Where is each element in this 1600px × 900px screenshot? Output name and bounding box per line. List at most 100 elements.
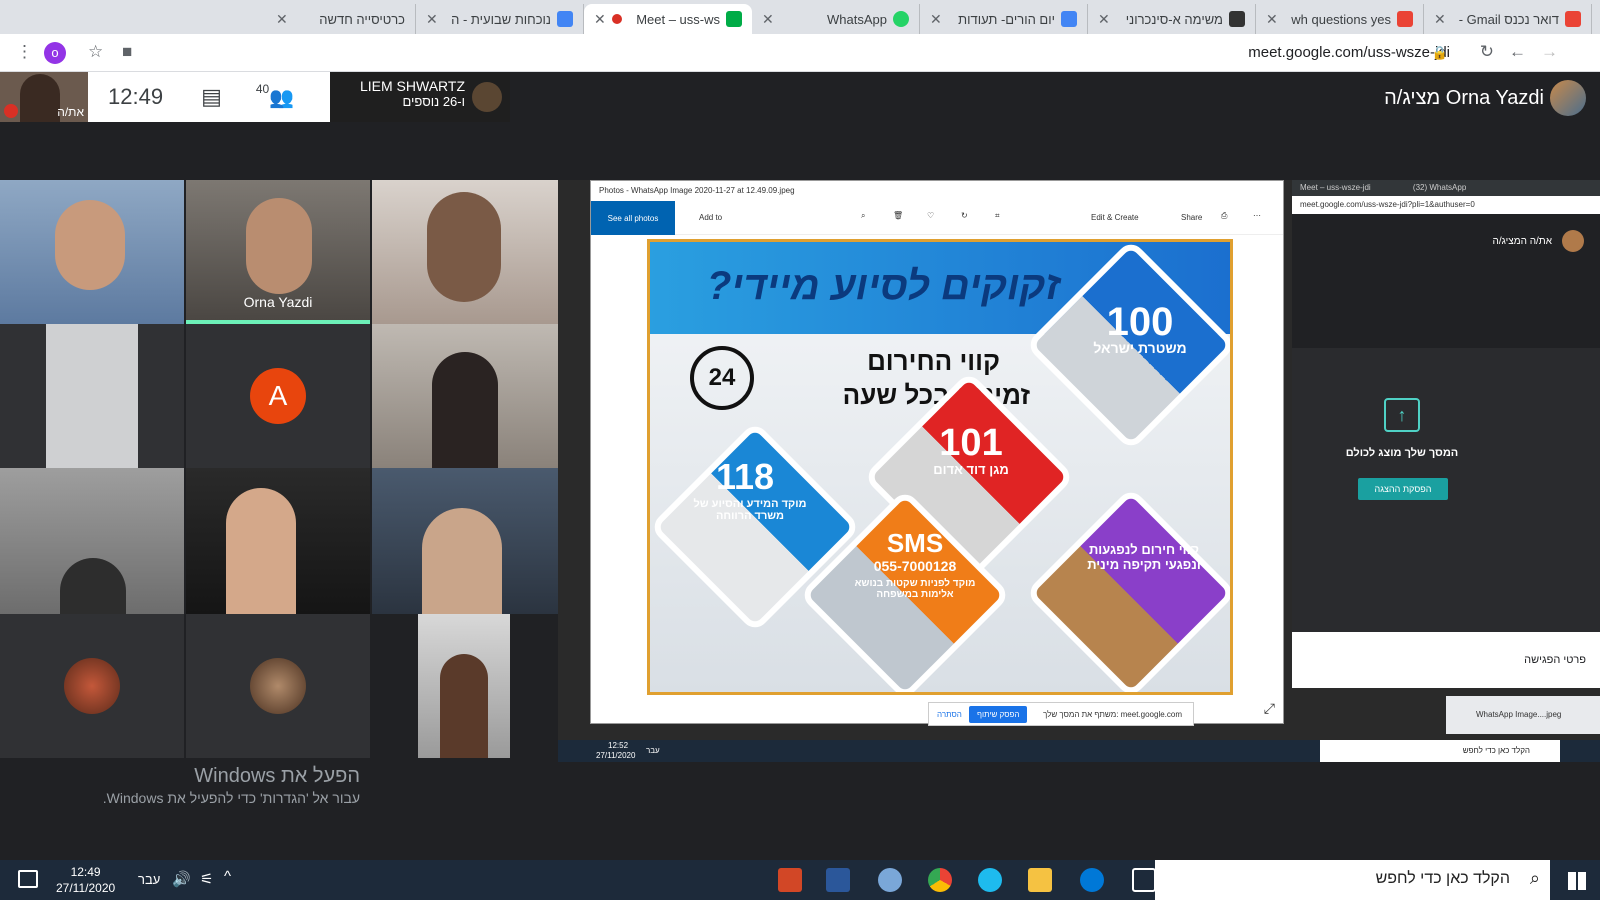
tab-gmail-inbox[interactable]: דואר נכנס Gmail - ✕ — [1424, 4, 1592, 34]
mda-number: 101 — [939, 422, 1003, 464]
file-explorer-icon[interactable] — [1028, 868, 1052, 892]
present-upload-icon: ↑ — [1384, 398, 1420, 432]
tab-meet[interactable]: Meet – uss-ws ✕ — [584, 4, 752, 34]
close-tab-icon[interactable]: ✕ — [594, 11, 606, 28]
participant-tile[interactable] — [372, 468, 558, 614]
tab-title: משימה א-סינכרוני — [1125, 11, 1223, 27]
participant-tile[interactable] — [372, 180, 558, 324]
shared-browser-panel: Meet – uss-wsze-jdi (32) WhatsApp meet.g… — [1292, 180, 1600, 632]
forward-icon[interactable]: → — [1541, 42, 1558, 62]
url-field[interactable]: meet.google.com/uss-wsze-jdi — [1248, 44, 1450, 61]
mini-tab: Meet – uss-wsze-jdi — [1300, 183, 1371, 192]
meeting-details-bar[interactable]: פרטי הפגישה — [1292, 632, 1600, 688]
rotate-icon[interactable]: ↻ — [961, 211, 968, 220]
presenter-label: Orna Yazdi מציג/ה — [1384, 87, 1544, 109]
close-tab-icon[interactable]: ✕ — [1434, 11, 1446, 28]
language-indicator[interactable]: עבר — [138, 872, 160, 887]
participant-tile[interactable] — [186, 614, 370, 758]
tab-title: Meet – uss-ws — [636, 11, 720, 27]
tab-title: wh questions yes — [1291, 11, 1391, 27]
edit-create-button[interactable]: Edit & Create — [1091, 213, 1139, 222]
stop-sharing-button[interactable]: הפסק שיתוף — [969, 706, 1028, 723]
participant-tile[interactable] — [0, 468, 184, 614]
tab-title: כרטיסייה חדשה — [319, 11, 405, 27]
volume-icon[interactable]: 🔊 — [172, 870, 191, 888]
zoom-icon[interactable]: ⌕ — [861, 211, 865, 221]
participant-tile-orna[interactable]: Orna Yazdi — [186, 180, 370, 324]
inner-lang: עבר — [646, 746, 660, 755]
sharing-notice-bar: הסתרה הפסק שיתוף משתף את המסך שלך: meet.… — [928, 702, 1194, 726]
emergency-poster-image: זקוקים לסיוע מיידי? קווי החירום זמינים ב… — [647, 239, 1233, 695]
word-icon[interactable] — [826, 868, 850, 892]
hide-link[interactable]: הסתרה — [937, 710, 962, 719]
tab-whatsapp[interactable]: WhatsApp ✕ — [752, 4, 920, 34]
task-view-icon[interactable] — [1132, 868, 1156, 892]
chrome-icon[interactable] — [928, 868, 952, 892]
participant-tile-initial[interactable]: A — [186, 324, 370, 468]
network-icon[interactable]: ⚟ — [200, 870, 213, 888]
tray-expand-icon[interactable]: ^ — [224, 868, 231, 885]
close-tab-icon[interactable]: ✕ — [762, 11, 774, 28]
tab-parents-day[interactable]: יום הורים- תעודות ✕ — [920, 4, 1088, 34]
add-to-button[interactable]: Add to — [699, 213, 722, 222]
participant-tile[interactable] — [186, 468, 370, 614]
tab-async-task[interactable]: משימה א-סינכרוני ✕ — [1088, 4, 1256, 34]
powerpoint-icon[interactable] — [778, 868, 802, 892]
taskbar-clock[interactable]: 12:49 27/11/2020 — [56, 864, 115, 896]
notification-icon[interactable] — [18, 870, 38, 888]
lock-icon[interactable]: 🔒 — [1432, 45, 1448, 61]
close-tab-icon[interactable]: ✕ — [426, 11, 438, 28]
more-icon[interactable]: ⋯ — [1253, 211, 1261, 220]
app-icon[interactable] — [878, 868, 902, 892]
edge-icon[interactable] — [1080, 868, 1104, 892]
favorite-icon[interactable]: ♡ — [927, 211, 934, 220]
participant-tile[interactable] — [0, 180, 184, 324]
meet-stage: את/ה 12:49 ▤ 40 👥 LIEM SHWARTZ ו-26 נוספ… — [0, 72, 1600, 762]
download-chip[interactable]: WhatsApp Image....jpeg — [1446, 696, 1600, 734]
host-card[interactable]: LIEM SHWARTZ ו-26 נוספים — [330, 72, 510, 122]
back-icon[interactable]: ← — [1509, 42, 1526, 62]
close-tab-icon[interactable]: ✕ — [930, 11, 942, 28]
meeting-info-bar: 12:49 ▤ 40 👥 — [88, 72, 330, 122]
people-icon[interactable]: 👥 — [269, 85, 294, 110]
fullscreen-icon[interactable]: ⤢ — [1264, 700, 1275, 717]
tab-wh-questions[interactable]: wh questions yes ✕ — [1256, 4, 1424, 34]
chat-icon[interactable]: ▤ — [201, 84, 222, 110]
delete-icon[interactable]: 🗑 — [893, 211, 903, 220]
docs-icon — [557, 11, 573, 27]
internet-explorer-icon[interactable] — [978, 868, 1002, 892]
watermark-line1: הפעל את Windows — [194, 765, 360, 787]
see-all-photos-button[interactable]: See all photos — [591, 201, 675, 235]
tab-attendance[interactable]: נוכחות שבועית - ה ✕ — [416, 4, 584, 34]
inner-time: 12:52 — [608, 741, 629, 750]
stop-presenting-button[interactable]: הפסקת ההצגה — [1358, 478, 1448, 500]
classroom-icon — [1229, 11, 1245, 27]
bookmark-star-icon[interactable]: ☆ — [88, 42, 103, 62]
windows-taskbar: 12:49 27/11/2020 עבר 🔊 ⚟ ^ הקלד כאן כדי … — [0, 860, 1600, 900]
self-view-tile[interactable]: את/ה — [0, 72, 88, 122]
menu-dots-icon[interactable]: ⋮ — [16, 42, 33, 62]
photos-window-title: Photos - WhatsApp Image 2020-11-27 at 12… — [599, 186, 795, 195]
police-label: משטרת ישראל — [1093, 340, 1187, 356]
print-icon[interactable]: ⎙ — [1221, 211, 1227, 221]
crop-icon[interactable]: ⌗ — [995, 211, 1000, 221]
taskbar-time: 12:49 — [70, 865, 101, 879]
profile-avatar[interactable]: o — [44, 42, 66, 64]
tab-new-tab[interactable]: כרטיסייה חדשה ✕ — [266, 4, 416, 34]
tab-title: דואר נכנס Gmail - — [1458, 11, 1559, 27]
close-tab-icon[interactable]: ✕ — [1266, 11, 1278, 28]
participant-tile[interactable] — [418, 614, 510, 758]
participant-tile[interactable] — [372, 324, 558, 468]
participants-count[interactable]: 40 — [256, 82, 269, 96]
reload-icon[interactable]: ↻ — [1480, 42, 1494, 62]
taskbar-search-box[interactable]: הקלד כאן כדי לחפש — [1155, 860, 1550, 900]
camera-icon[interactable]: ■ — [122, 42, 132, 62]
meeting-clock: 12:49 — [108, 84, 164, 109]
participant-tile[interactable] — [0, 324, 184, 468]
close-tab-icon[interactable]: ✕ — [1098, 11, 1110, 28]
close-tab-icon[interactable]: ✕ — [276, 11, 288, 28]
mini-tab: (32) WhatsApp — [1412, 183, 1467, 192]
start-windows-icon[interactable] — [1568, 872, 1586, 890]
participant-tile[interactable] — [0, 614, 184, 758]
share-button[interactable]: Share — [1181, 213, 1202, 222]
